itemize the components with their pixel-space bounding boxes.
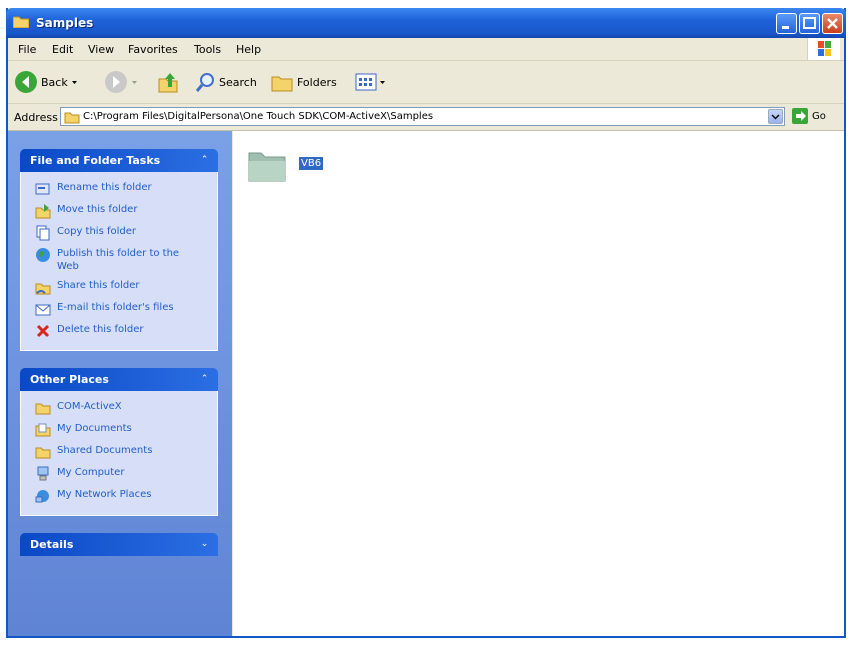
email-icon <box>35 304 51 316</box>
toolbar: Back Search Folders <box>8 61 844 104</box>
back-dropdown-icon[interactable] <box>68 77 80 87</box>
file-view: VB6 <box>233 131 844 636</box>
collapse-icon[interactable]: ⌃ <box>197 372 212 387</box>
minimize-icon <box>782 26 789 29</box>
delete-icon <box>36 324 50 338</box>
task-share-folder[interactable]: Share this folder <box>21 276 217 298</box>
minimize-button[interactable] <box>776 13 797 34</box>
place-shared-documents[interactable]: Shared Documents <box>21 441 217 463</box>
place-my-computer[interactable]: My Computer <box>21 463 217 485</box>
other-places-list: COM-ActiveX My Documents Shared Document… <box>20 391 218 516</box>
address-path: C:\Program Files\DigitalPersona\One Touc… <box>83 111 434 122</box>
file-folder-tasks-panel: File and Folder Tasks ⌃ Rename this fold… <box>20 149 218 351</box>
windows-logo <box>807 38 840 60</box>
folders-icon <box>271 76 293 92</box>
file-folder-tasks-header[interactable]: File and Folder Tasks ⌃ <box>20 149 218 172</box>
panel-title: Other Places <box>30 373 109 386</box>
folder-icon <box>13 16 29 28</box>
address-label: Address <box>14 111 58 124</box>
rename-icon <box>35 183 50 195</box>
views-dropdown-icon[interactable] <box>378 77 388 87</box>
task-copy-folder[interactable]: Copy this folder <box>21 222 217 244</box>
search-icon <box>195 73 214 92</box>
folders-button[interactable]: Folders <box>270 70 337 94</box>
folder-icon <box>35 447 51 459</box>
folder-label: VB6 <box>299 157 324 170</box>
computer-icon <box>37 466 49 481</box>
task-delete-folder[interactable]: Delete this folder <box>21 320 217 342</box>
forward-button[interactable] <box>104 70 140 94</box>
globe-icon <box>36 248 50 262</box>
menu-favorites[interactable]: Favorites <box>128 43 178 56</box>
details-panel: Details ⌄ <box>20 533 218 556</box>
task-publish-folder[interactable]: Publish this folder to the Web <box>21 244 217 276</box>
place-my-network-places[interactable]: My Network Places <box>21 485 217 507</box>
folders-label: Folders <box>297 75 337 89</box>
menu-tools[interactable]: Tools <box>194 43 221 56</box>
share-icon <box>35 283 51 295</box>
title-bar[interactable]: Samples <box>6 8 846 38</box>
forward-dropdown-icon[interactable] <box>128 77 140 87</box>
back-label: Back <box>41 75 68 89</box>
go-label: Go <box>812 110 826 122</box>
explorer-window: Samples File Edit View Favorites Tools H… <box>6 8 846 638</box>
close-button[interactable] <box>822 13 843 34</box>
forward-arrow-icon <box>105 71 127 93</box>
collapse-icon[interactable]: ⌃ <box>197 153 212 168</box>
task-move-folder[interactable]: Move this folder <box>21 200 217 222</box>
back-arrow-icon <box>15 71 37 93</box>
go-button[interactable]: Go <box>792 108 826 124</box>
windows-flag-icon <box>818 41 831 56</box>
chevron-down-icon <box>771 114 780 120</box>
other-places-panel: Other Places ⌃ COM-ActiveX My Documents … <box>20 368 218 516</box>
close-icon <box>827 18 838 29</box>
folder-item[interactable]: VB6 <box>247 147 324 183</box>
file-folder-tasks-list: Rename this folder Move this folder Copy… <box>20 172 218 351</box>
views-button[interactable] <box>354 70 388 94</box>
folder-icon <box>35 403 51 415</box>
views-icon <box>355 73 377 91</box>
place-com-activex[interactable]: COM-ActiveX <box>21 397 217 419</box>
menu-bar: File Edit View Favorites Tools Help <box>8 38 844 61</box>
other-places-header[interactable]: Other Places ⌃ <box>20 368 218 391</box>
folder-icon <box>248 152 286 182</box>
back-button[interactable]: Back <box>14 70 80 94</box>
task-email-files[interactable]: E-mail this folder's files <box>21 298 217 320</box>
menu-file[interactable]: File <box>18 43 36 56</box>
up-folder-button[interactable] <box>156 70 180 94</box>
menu-help[interactable]: Help <box>236 43 261 56</box>
menu-view[interactable]: View <box>88 43 114 56</box>
folder-icon <box>64 112 80 124</box>
panel-title: Details <box>30 538 74 551</box>
move-icon <box>35 204 51 219</box>
address-input[interactable]: C:\Program Files\DigitalPersona\One Touc… <box>60 107 785 126</box>
task-rename-folder[interactable]: Rename this folder <box>21 178 217 200</box>
maximize-icon <box>803 17 816 29</box>
place-my-documents[interactable]: My Documents <box>21 419 217 441</box>
address-bar: Address C:\Program Files\DigitalPersona\… <box>8 104 844 131</box>
menu-edit[interactable]: Edit <box>52 43 73 56</box>
network-icon <box>35 490 49 503</box>
details-header[interactable]: Details ⌄ <box>20 533 218 556</box>
panel-title: File and Folder Tasks <box>30 154 161 167</box>
search-label: Search <box>219 75 257 89</box>
go-arrow-icon <box>792 108 808 124</box>
documents-icon <box>35 423 51 437</box>
address-dropdown-button[interactable] <box>768 109 783 124</box>
window-title: Samples <box>36 16 94 30</box>
copy-icon <box>36 225 50 241</box>
maximize-button[interactable] <box>799 13 820 34</box>
task-pane: File and Folder Tasks ⌃ Rename this fold… <box>8 131 232 636</box>
search-button[interactable]: Search <box>194 70 257 94</box>
up-folder-icon <box>158 73 178 93</box>
expand-icon[interactable]: ⌄ <box>197 537 212 552</box>
